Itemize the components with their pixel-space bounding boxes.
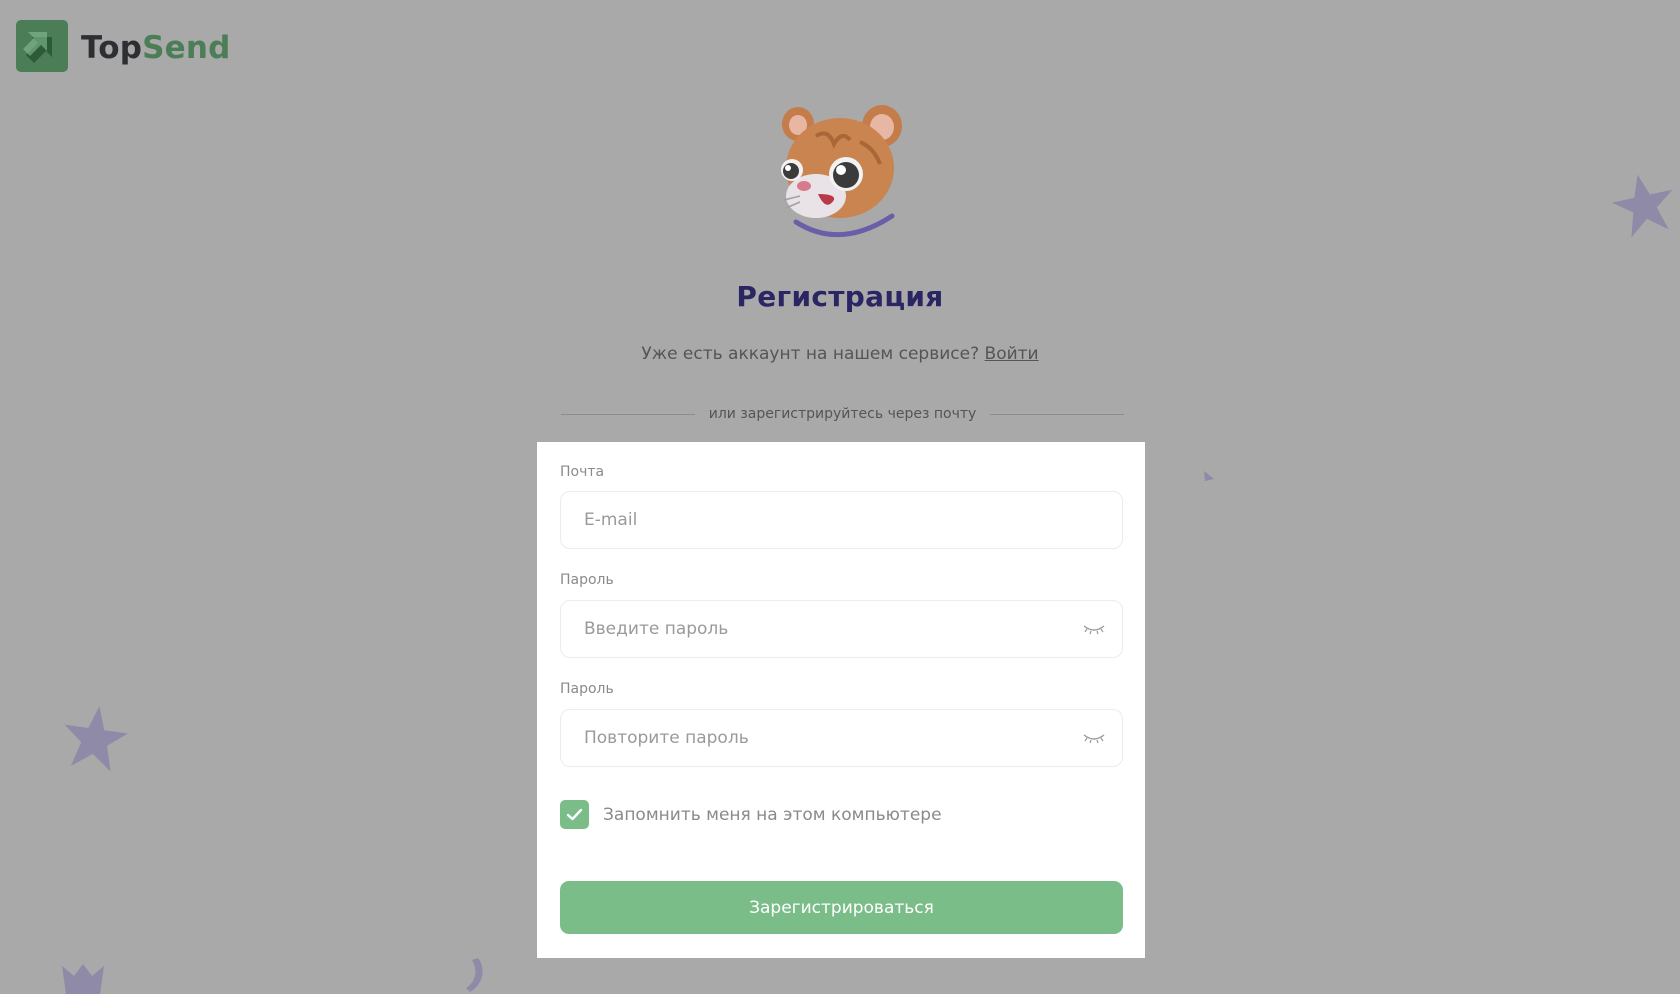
star-decoration-icon bbox=[1611, 174, 1673, 238]
password-input[interactable] bbox=[561, 600, 1066, 658]
email-input[interactable] bbox=[561, 491, 1066, 549]
remember-checkbox[interactable] bbox=[560, 800, 589, 829]
star-decoration-icon bbox=[64, 706, 128, 772]
remember-label: Запомнить меня на этом компьютере bbox=[603, 804, 942, 825]
topsend-logo[interactable]: TopSend bbox=[16, 19, 231, 73]
login-prompt-text: Уже есть аккаунт на нашем сервисе? bbox=[641, 344, 980, 364]
logo-arrow-icon bbox=[16, 20, 68, 72]
password-repeat-field-wrapper bbox=[560, 709, 1123, 767]
divider-line-right bbox=[990, 413, 1124, 415]
divider-text: или зарегистрируйтесь через почту bbox=[708, 406, 977, 422]
email-divider: или зарегистрируйтесь через почту bbox=[561, 402, 1124, 426]
registration-page: TopSend Регистрация Уже есть аккаунт на … bbox=[0, 0, 1680, 994]
logo-wordmark: TopSend bbox=[81, 29, 231, 66]
remember-me[interactable]: Запомнить меня на этом компьютере bbox=[560, 800, 942, 829]
password-field-wrapper bbox=[560, 600, 1123, 658]
checkmark-icon bbox=[566, 808, 583, 821]
password-label: Пароль bbox=[560, 572, 614, 588]
eye-closed-icon[interactable] bbox=[1083, 623, 1105, 635]
login-link[interactable]: Войти bbox=[985, 344, 1039, 364]
login-prompt: Уже есть аккаунт на нашем сервисе? Войти bbox=[0, 344, 1680, 364]
hamster-mascot-icon bbox=[781, 105, 902, 238]
register-button[interactable]: Зарегистрироваться bbox=[560, 881, 1123, 934]
page-title: Регистрация bbox=[736, 280, 944, 313]
eye-closed-icon[interactable] bbox=[1083, 732, 1105, 744]
moon-decoration-icon bbox=[466, 958, 483, 992]
registration-form: Почта Пароль Пароль bbox=[537, 442, 1145, 958]
star-decoration-icon bbox=[62, 964, 104, 994]
email-label: Почта bbox=[560, 464, 605, 480]
password-repeat-label: Пароль bbox=[560, 681, 614, 697]
logo-text-top: Top bbox=[81, 29, 143, 66]
logo-text-send: Send bbox=[142, 29, 231, 66]
triangle-decoration-icon bbox=[1204, 471, 1214, 481]
password-repeat-input[interactable] bbox=[561, 709, 1066, 767]
divider-line-left bbox=[561, 413, 695, 415]
email-field-wrapper bbox=[560, 491, 1123, 549]
